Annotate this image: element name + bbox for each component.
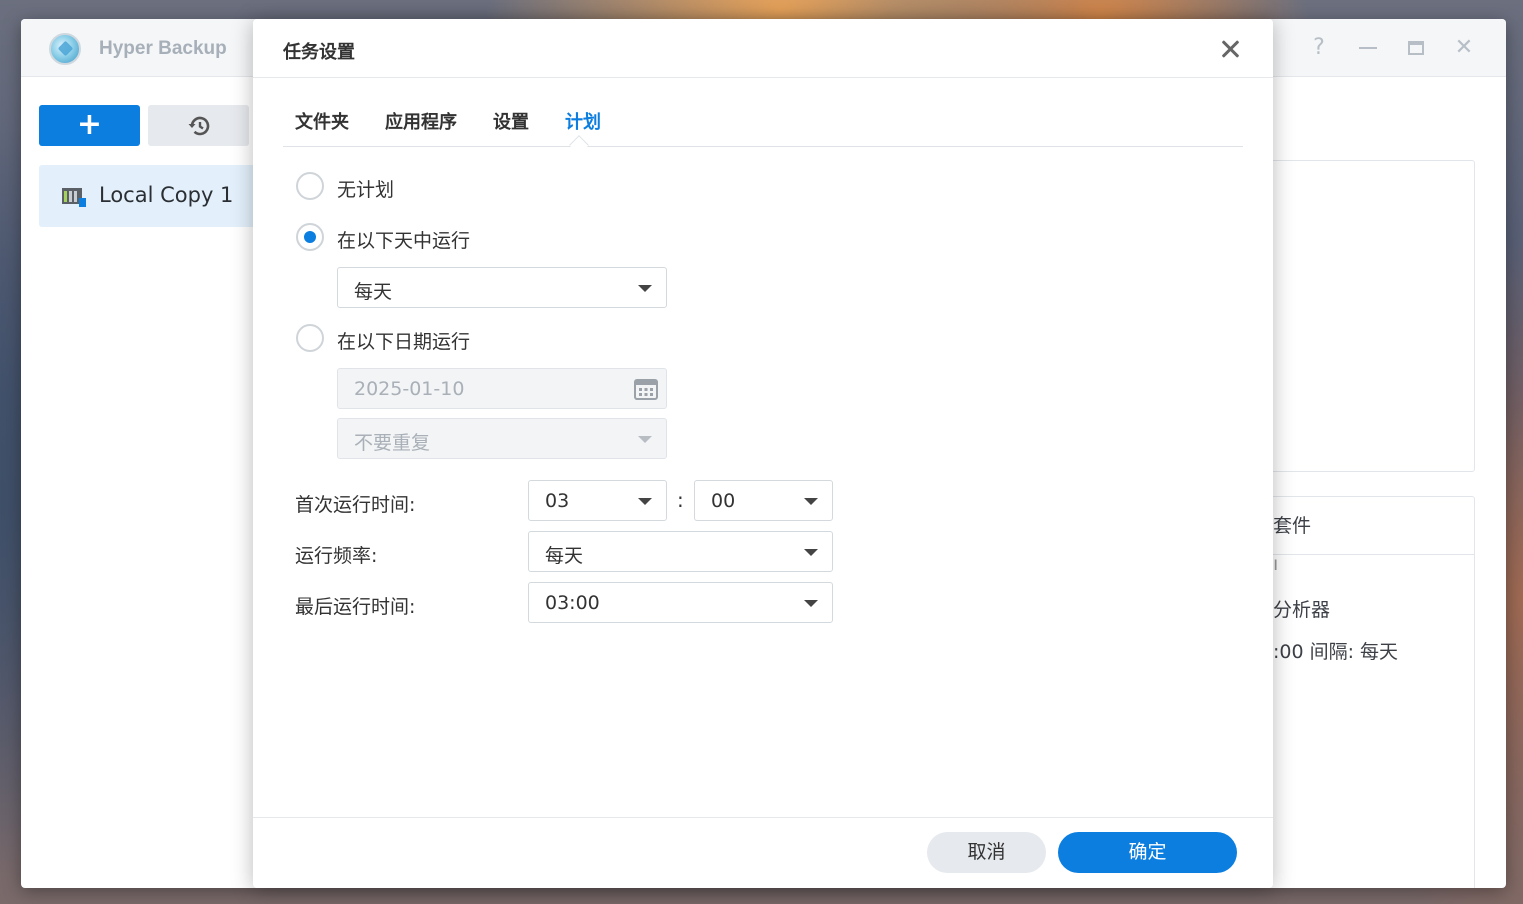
hour-select[interactable]: 03 — [528, 480, 667, 521]
maximize-icon[interactable] — [1401, 33, 1431, 63]
radio-run-on-date-label[interactable]: 在以下日期运行 — [337, 327, 470, 354]
close-icon[interactable] — [1217, 36, 1243, 62]
last-run-time-label: 最后运行时间: — [295, 596, 416, 618]
task-overview-panel — [1241, 160, 1475, 472]
date-field: 2025-01-10 — [337, 368, 667, 409]
dialog-footer: 取消 确定 — [253, 817, 1273, 888]
frequency-select-value: 每天 — [545, 545, 584, 567]
help-icon[interactable]: ? — [1304, 33, 1334, 63]
minimize-icon[interactable] — [1353, 33, 1383, 63]
details-text-fragment: ı — [1273, 553, 1279, 575]
frequency-label: 运行频率: — [295, 545, 378, 567]
details-text-analyzer: 分析器 — [1273, 599, 1331, 621]
details-text-schedule: :00 间隔: 每天 — [1273, 641, 1399, 663]
task-label: Local Copy 1 — [99, 183, 234, 207]
dialog-header: 任务设置 — [253, 19, 1273, 78]
tab-schedule[interactable]: 计划 — [565, 108, 601, 134]
tab-applications[interactable]: 应用程序 — [385, 108, 457, 134]
window-close-icon[interactable]: ✕ — [1449, 33, 1479, 63]
first-run-time-label: 首次运行时间: — [295, 494, 416, 516]
minute-select-value: 00 — [711, 490, 736, 512]
frequency-select[interactable]: 每天 — [528, 531, 833, 572]
minute-select[interactable]: 00 — [694, 480, 833, 521]
active-tab-indicator — [569, 135, 589, 155]
details-text-package: 套件 — [1273, 515, 1312, 537]
radio-no-schedule-label[interactable]: 无计划 — [337, 175, 394, 202]
radio-run-on-days[interactable] — [296, 223, 324, 251]
history-icon — [188, 116, 210, 136]
hyper-backup-logo-icon — [49, 33, 81, 65]
repeat-select-value: 不要重复 — [354, 432, 431, 454]
chevron-down-icon — [804, 549, 818, 556]
tab-bar: 文件夹 应用程序 设置 计划 — [283, 78, 1243, 155]
days-select[interactable]: 每天 — [337, 267, 667, 308]
ok-button[interactable]: 确定 — [1058, 832, 1237, 873]
local-copy-icon — [62, 188, 86, 207]
task-settings-dialog: 任务设置 文件夹 应用程序 设置 计划 无计划 在以下天中运行 每天 在以下日期… — [253, 19, 1273, 888]
radio-no-schedule[interactable] — [296, 172, 324, 200]
last-run-time-value: 03:00 — [545, 592, 600, 614]
dialog-title: 任务设置 — [283, 42, 355, 63]
restore-history-button[interactable] — [148, 105, 249, 146]
task-item-local-copy[interactable]: Local Copy 1 — [39, 165, 259, 227]
hour-select-value: 03 — [545, 490, 570, 512]
days-select-value: 每天 — [354, 281, 393, 303]
radio-run-on-days-label[interactable]: 在以下天中运行 — [337, 226, 470, 253]
app-title: Hyper Backup — [99, 38, 227, 59]
chevron-down-icon — [638, 436, 652, 443]
time-separator: : — [677, 488, 684, 512]
date-field-value: 2025-01-10 — [354, 378, 465, 400]
chevron-down-icon — [804, 600, 818, 607]
tab-settings[interactable]: 设置 — [493, 108, 529, 134]
calendar-icon — [634, 379, 658, 400]
chevron-down-icon — [638, 285, 652, 292]
chevron-down-icon — [638, 498, 652, 505]
repeat-select: 不要重复 — [337, 418, 667, 459]
cancel-button[interactable]: 取消 — [927, 832, 1046, 873]
radio-run-on-date[interactable] — [296, 324, 324, 352]
tab-folders[interactable]: 文件夹 — [295, 108, 349, 134]
last-run-time-select[interactable]: 03:00 — [528, 582, 833, 623]
chevron-down-icon — [804, 498, 818, 505]
add-task-button[interactable]: + — [39, 105, 140, 146]
